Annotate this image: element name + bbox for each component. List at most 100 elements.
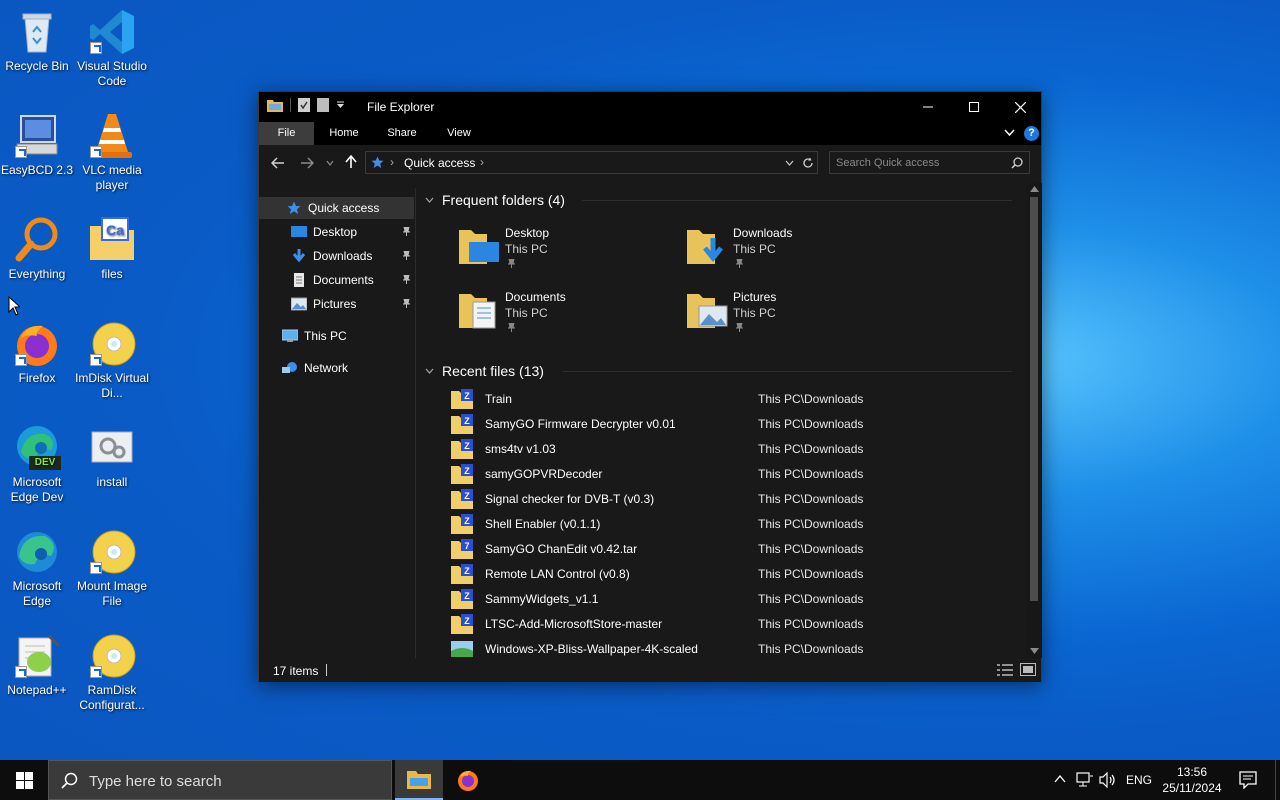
show-desktop-button[interactable]	[1275, 760, 1280, 800]
recent-file-row[interactable]: Z SammyWidgets_v1.1 This PC\Downloads	[451, 587, 1021, 612]
close-button[interactable]	[997, 92, 1043, 122]
recent-file-row[interactable]: ZsamyGOPVRDecoder This PC\Downloads	[451, 462, 1021, 487]
recent-file-row[interactable]: Z Remote LAN Control (v0.8) This PC\Downlo…	[451, 562, 1021, 587]
taskbar: ENG 13:56 25/11/2024	[0, 760, 1280, 800]
language-indicator[interactable]: ENG	[1126, 773, 1152, 787]
search-box[interactable]	[829, 151, 1030, 174]
network-icon[interactable]	[1076, 772, 1094, 788]
frequent-folders-header[interactable]: Frequent folders (4)	[425, 192, 565, 208]
nav-item-this-pc[interactable]: This PC	[259, 325, 414, 347]
desktop-icon-ramdisk[interactable]: RamDisk Configurat...	[75, 632, 149, 713]
pictures-icon	[291, 297, 307, 311]
tab-home[interactable]: Home	[319, 122, 369, 145]
new-folder-icon[interactable]	[317, 98, 329, 112]
recent-file-row[interactable]: Z SamyGO Firmware Decrypter v0.01 This PC\…	[451, 412, 1021, 437]
pictures-folder-icon	[687, 294, 728, 328]
title-bar[interactable]: File Explorer	[259, 92, 1041, 122]
shortcut-arrow-icon	[90, 146, 102, 158]
taskbar-file-explorer[interactable]	[395, 760, 443, 800]
frequent-folder-pictures[interactable]: Pictures This PC	[645, 290, 865, 342]
desktop-icon-imdisk[interactable]: ImDisk Virtual Di...	[75, 320, 149, 401]
back-arrow-icon[interactable]	[271, 157, 285, 169]
vertical-scrollbar[interactable]	[1027, 183, 1042, 658]
recent-file-row[interactable]: Z LTSC-Add-MicrosoftStore-master This PC\D…	[451, 612, 1021, 637]
expand-ribbon-chevron-icon[interactable]	[1004, 129, 1015, 137]
file-location: This PC\Downloads	[758, 467, 864, 481]
tab-share[interactable]: Share	[377, 122, 427, 145]
recent-file-row[interactable]: Z Shell Enabler (v0.1.1) This PC\Downloads	[451, 512, 1021, 537]
recent-file-row[interactable]: Z Signal checker for DVB-T (v0.3) This PC\…	[451, 487, 1021, 512]
search-input[interactable]	[836, 154, 1006, 171]
address-history-chevron-icon[interactable]	[785, 160, 794, 166]
large-icons-view-icon[interactable]	[1020, 663, 1036, 676]
desktop-icon-firefox[interactable]: Firefox	[0, 320, 74, 386]
file-location: This PC\Downloads	[758, 567, 864, 581]
pin-icon	[403, 299, 410, 308]
pin-icon	[508, 323, 515, 332]
taskbar-search[interactable]	[48, 760, 392, 800]
desktop-icon-install[interactable]: install	[75, 424, 149, 490]
up-arrow-icon[interactable]	[345, 155, 357, 169]
tab-file[interactable]: File	[259, 122, 314, 145]
scroll-up-arrow-icon[interactable]	[1030, 186, 1039, 192]
zip-folder-icon: Z	[451, 589, 473, 609]
recent-file-row[interactable]: Windows-XP-Bliss-Wallpaper-4K-scaled This…	[451, 637, 1021, 658]
status-bar: 17 items	[259, 658, 1041, 682]
details-view-icon[interactable]	[997, 664, 1013, 676]
desktop-icon-recycle-bin[interactable]: Recycle Bin	[0, 8, 74, 74]
frequent-folder-downloads[interactable]: Downloads This PC	[645, 226, 865, 278]
help-button[interactable]: ?	[1024, 126, 1039, 141]
shortcut-arrow-icon	[90, 42, 102, 54]
frequent-folder-desktop[interactable]: Desktop This PC	[417, 226, 637, 278]
shortcut-arrow-icon	[90, 562, 102, 574]
nav-item-quick-access[interactable]: Quick access	[259, 197, 414, 219]
maximize-button[interactable]	[951, 92, 997, 122]
svg-text:Z: Z	[464, 391, 470, 401]
desktop-icon-mount-image[interactable]: Mount Image File	[75, 528, 149, 609]
recent-locations-chevron-icon[interactable]	[326, 160, 334, 166]
desktop-icon-vlc[interactable]: VLC media player	[75, 112, 149, 193]
customize-toolbar-chevron-icon[interactable]	[336, 101, 345, 110]
tab-view[interactable]: View	[434, 122, 484, 145]
recent-file-row[interactable]: Z Train This PC\Downloads	[451, 387, 1021, 412]
nav-item-desktop[interactable]: Desktop	[259, 221, 414, 243]
desktop-icon-easybcd[interactable]: EasyBCD 2.3	[0, 112, 74, 178]
address-bar[interactable]: › Quick access ›	[365, 151, 818, 174]
volume-icon[interactable]	[1099, 772, 1117, 788]
svg-text:Z: Z	[464, 466, 470, 476]
file-name: SamyGO ChanEdit v0.42.tar	[485, 542, 638, 556]
clock[interactable]: 13:56 25/11/2024	[1160, 764, 1224, 796]
frequent-folder-documents[interactable]: Documents This PC	[417, 290, 637, 342]
desktop-icon-files[interactable]: Ca files	[75, 216, 149, 282]
recent-files-header[interactable]: Recent files (13)	[425, 363, 544, 379]
recent-file-row[interactable]: Zsms4tv v1.03 This PC\Downloads	[451, 437, 1021, 462]
notifications-icon[interactable]	[1239, 771, 1257, 789]
taskbar-search-input[interactable]	[89, 771, 369, 791]
forward-arrow-icon[interactable]	[300, 157, 314, 169]
start-button[interactable]	[0, 760, 48, 800]
nav-item-documents[interactable]: Documents	[259, 269, 414, 291]
desktop-icon-notepadpp[interactable]: Notepad++	[0, 632, 74, 698]
scrollbar-thumb[interactable]	[1030, 197, 1038, 601]
breadcrumb-quick-access[interactable]: Quick access	[404, 156, 475, 170]
file-name: sms4tv v1.03	[485, 442, 556, 456]
nav-item-network[interactable]: Network	[259, 357, 414, 379]
desktop-icon-edge-dev[interactable]: DEV Microsoft Edge Dev	[0, 424, 74, 505]
nav-item-pictures[interactable]: Pictures	[259, 293, 414, 315]
recent-file-row[interactable]: 7 SamyGO ChanEdit v0.42.tar This PC\Downlo…	[451, 537, 1021, 562]
desktop-icon-vscode[interactable]: Visual Studio Code	[75, 8, 149, 89]
taskbar-firefox[interactable]	[444, 760, 492, 800]
properties-icon[interactable]	[298, 98, 310, 112]
nav-item-downloads[interactable]: Downloads	[259, 245, 414, 267]
show-hidden-icons-chevron-icon[interactable]	[1054, 775, 1066, 783]
content-pane: Frequent folders (4) Desktop This PC Dow…	[417, 188, 1025, 658]
document-icon	[294, 273, 304, 287]
chevron-down-icon	[425, 368, 434, 374]
desktop-icon-edge[interactable]: Microsoft Edge	[0, 528, 74, 609]
refresh-icon[interactable]	[802, 157, 814, 169]
desktop-icon-everything[interactable]: Everything	[0, 216, 74, 282]
minimize-button[interactable]	[905, 92, 951, 122]
shortcut-arrow-icon	[15, 354, 27, 366]
scroll-down-arrow-icon[interactable]	[1030, 648, 1039, 654]
navigation-bar: › Quick access ›	[259, 145, 1041, 181]
